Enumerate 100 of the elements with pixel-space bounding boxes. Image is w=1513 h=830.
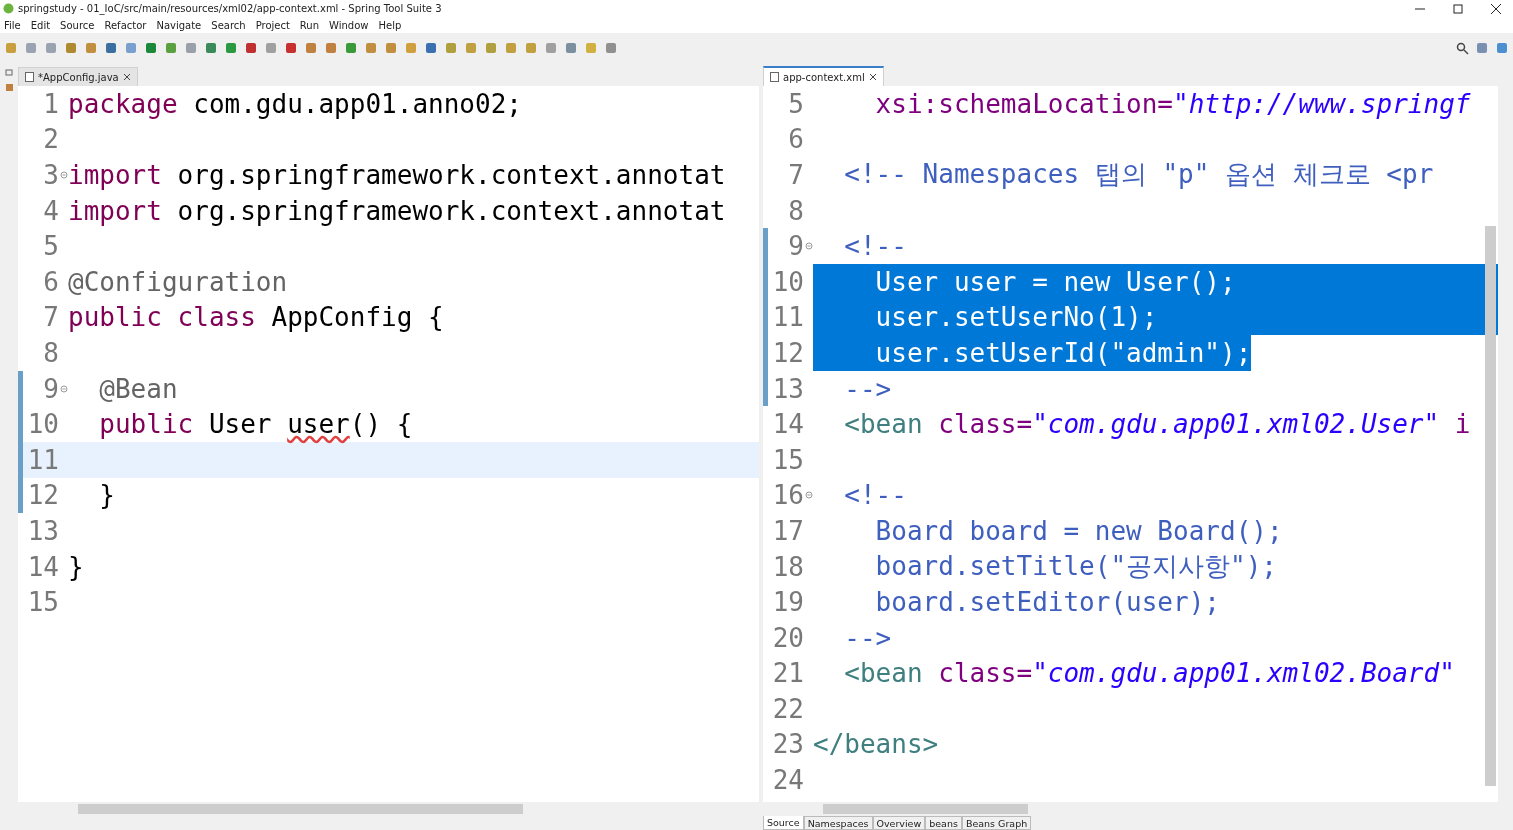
line-number: 6 xyxy=(42,266,59,297)
editor-page-tab[interactable]: beans xyxy=(925,816,962,830)
line-number: 8 xyxy=(787,195,804,226)
toolbar-icon[interactable] xyxy=(1475,41,1489,55)
line-number: 5 xyxy=(787,88,804,119)
menu-item[interactable]: Help xyxy=(378,19,402,31)
toolbar-icon[interactable] xyxy=(424,41,438,55)
line-number: 21 xyxy=(771,658,804,689)
scrollbar-thumb[interactable] xyxy=(78,804,523,814)
toolbar-icon[interactable] xyxy=(404,41,418,55)
restore-icon[interactable] xyxy=(4,68,14,77)
editor-page-tab[interactable]: Source xyxy=(763,816,804,830)
toolbar-icon[interactable] xyxy=(24,41,38,55)
toolbar-icon[interactable] xyxy=(284,41,298,55)
editor-page-tab[interactable]: Overview xyxy=(872,816,926,830)
scrollbar-thumb[interactable] xyxy=(823,804,1028,814)
line-number: 24 xyxy=(771,765,804,796)
line-number: 10 xyxy=(26,409,59,440)
toolbar-icon[interactable] xyxy=(504,41,518,55)
line-number: 14 xyxy=(771,409,804,440)
editor-tab[interactable]: app-context.xml xyxy=(763,66,884,86)
code-line: <!-- xyxy=(843,230,907,264)
toolbar-icon[interactable] xyxy=(364,41,378,55)
toolbar-icon[interactable] xyxy=(544,41,558,55)
code-line: import org.springframework.context.annotat xyxy=(68,194,726,228)
toolbar-icon[interactable] xyxy=(444,41,458,55)
fold-icon[interactable] xyxy=(805,491,813,500)
code-line: <bean class="com.gdu.app01.xml02.Board" xyxy=(843,657,1455,691)
code-line: } xyxy=(68,550,84,584)
toolbar-icon[interactable] xyxy=(344,41,358,55)
toolbar-icon[interactable] xyxy=(144,41,158,55)
fold-icon[interactable] xyxy=(805,242,813,251)
line-number: 1 xyxy=(42,88,59,119)
editor-page-tab[interactable]: Beans Graph xyxy=(961,816,1032,830)
menu-item[interactable]: Navigate xyxy=(156,19,202,31)
toolbar-icon[interactable] xyxy=(84,41,98,55)
line-number: 20 xyxy=(771,622,804,653)
code-editor[interactable] xyxy=(18,86,759,816)
toolbar-icon[interactable] xyxy=(304,41,318,55)
code-line: xsi:schemaLocation="http://www.springf xyxy=(874,87,1471,121)
close-icon[interactable] xyxy=(122,73,131,81)
toolbar-icon[interactable] xyxy=(604,41,618,55)
menu-item[interactable]: Run xyxy=(299,19,320,31)
line-number: 12 xyxy=(26,480,59,511)
line-number: 15 xyxy=(771,444,804,475)
line-number: 13 xyxy=(771,373,804,404)
scrollbar-thumb[interactable] xyxy=(1485,226,1496,786)
line-number: 9 xyxy=(42,373,59,404)
menu-item[interactable]: File xyxy=(4,19,21,31)
toolbar-icon[interactable] xyxy=(184,41,198,55)
fold-icon[interactable] xyxy=(60,171,68,179)
code-line: <!-- Namespaces 탭의 "p" 옵션 체크로 <pr xyxy=(843,158,1434,192)
app-logo-icon xyxy=(3,3,14,14)
fold-icon[interactable] xyxy=(60,384,68,393)
line-number: 12 xyxy=(771,337,804,368)
line-number: 14 xyxy=(26,551,59,582)
line-number: 9 xyxy=(787,231,804,262)
toolbar-icon[interactable] xyxy=(484,41,498,55)
toolbar-icon[interactable] xyxy=(264,41,278,55)
toolbar-icon[interactable] xyxy=(324,41,338,55)
window-title: springstudy - 01_IoC/src/main/resources/xml02/app-context.xml - Spring Tool Suite 3 xyxy=(18,3,443,14)
editor-tab[interactable]: *AppConfig.java xyxy=(18,67,138,86)
line-number: 4 xyxy=(42,195,59,226)
toolbar-icon[interactable] xyxy=(44,41,58,55)
menu-item[interactable]: Project xyxy=(255,19,290,31)
code-line: <!-- xyxy=(843,479,907,513)
code-line: @Configuration xyxy=(68,265,288,299)
menu-item[interactable]: Search xyxy=(211,19,246,31)
code-line: public class AppConfig { xyxy=(68,301,444,335)
toolbar-icon[interactable] xyxy=(204,41,218,55)
toolbar-icon[interactable] xyxy=(224,41,238,55)
file-icon xyxy=(770,72,779,82)
toolbar-icon[interactable] xyxy=(244,41,258,55)
toolbar-icon[interactable] xyxy=(1495,41,1509,55)
menu-item[interactable]: Refactor xyxy=(104,19,147,31)
line-number: 7 xyxy=(42,302,59,333)
outline-icon[interactable] xyxy=(4,83,14,92)
toolbar-icon[interactable] xyxy=(464,41,478,55)
close-icon[interactable] xyxy=(868,73,877,81)
line-number: 5 xyxy=(42,231,59,262)
line-number: 18 xyxy=(771,551,804,582)
toolbar-icon[interactable] xyxy=(124,41,138,55)
line-number: 7 xyxy=(787,160,804,190)
toolbar-icon[interactable] xyxy=(64,41,78,55)
menu-item[interactable]: Edit xyxy=(30,19,51,31)
menu-item[interactable]: Window xyxy=(329,19,369,31)
toolbar-icon[interactable] xyxy=(564,41,578,55)
toolbar-icon[interactable] xyxy=(4,41,18,55)
menu-item[interactable]: Source xyxy=(60,19,95,31)
line-number: 8 xyxy=(42,337,59,368)
line-number: 23 xyxy=(771,729,804,760)
toolbar-icon[interactable] xyxy=(524,41,538,55)
line-number: 2 xyxy=(42,124,59,155)
editor-page-tab[interactable]: Namespaces xyxy=(803,816,873,830)
toolbar-icon[interactable] xyxy=(104,41,118,55)
line-number: 11 xyxy=(26,444,59,475)
search-icon[interactable] xyxy=(1456,41,1469,55)
toolbar-icon[interactable] xyxy=(384,41,398,55)
code-editor[interactable] xyxy=(763,86,1498,816)
toolbar-icon[interactable] xyxy=(164,41,178,55)
